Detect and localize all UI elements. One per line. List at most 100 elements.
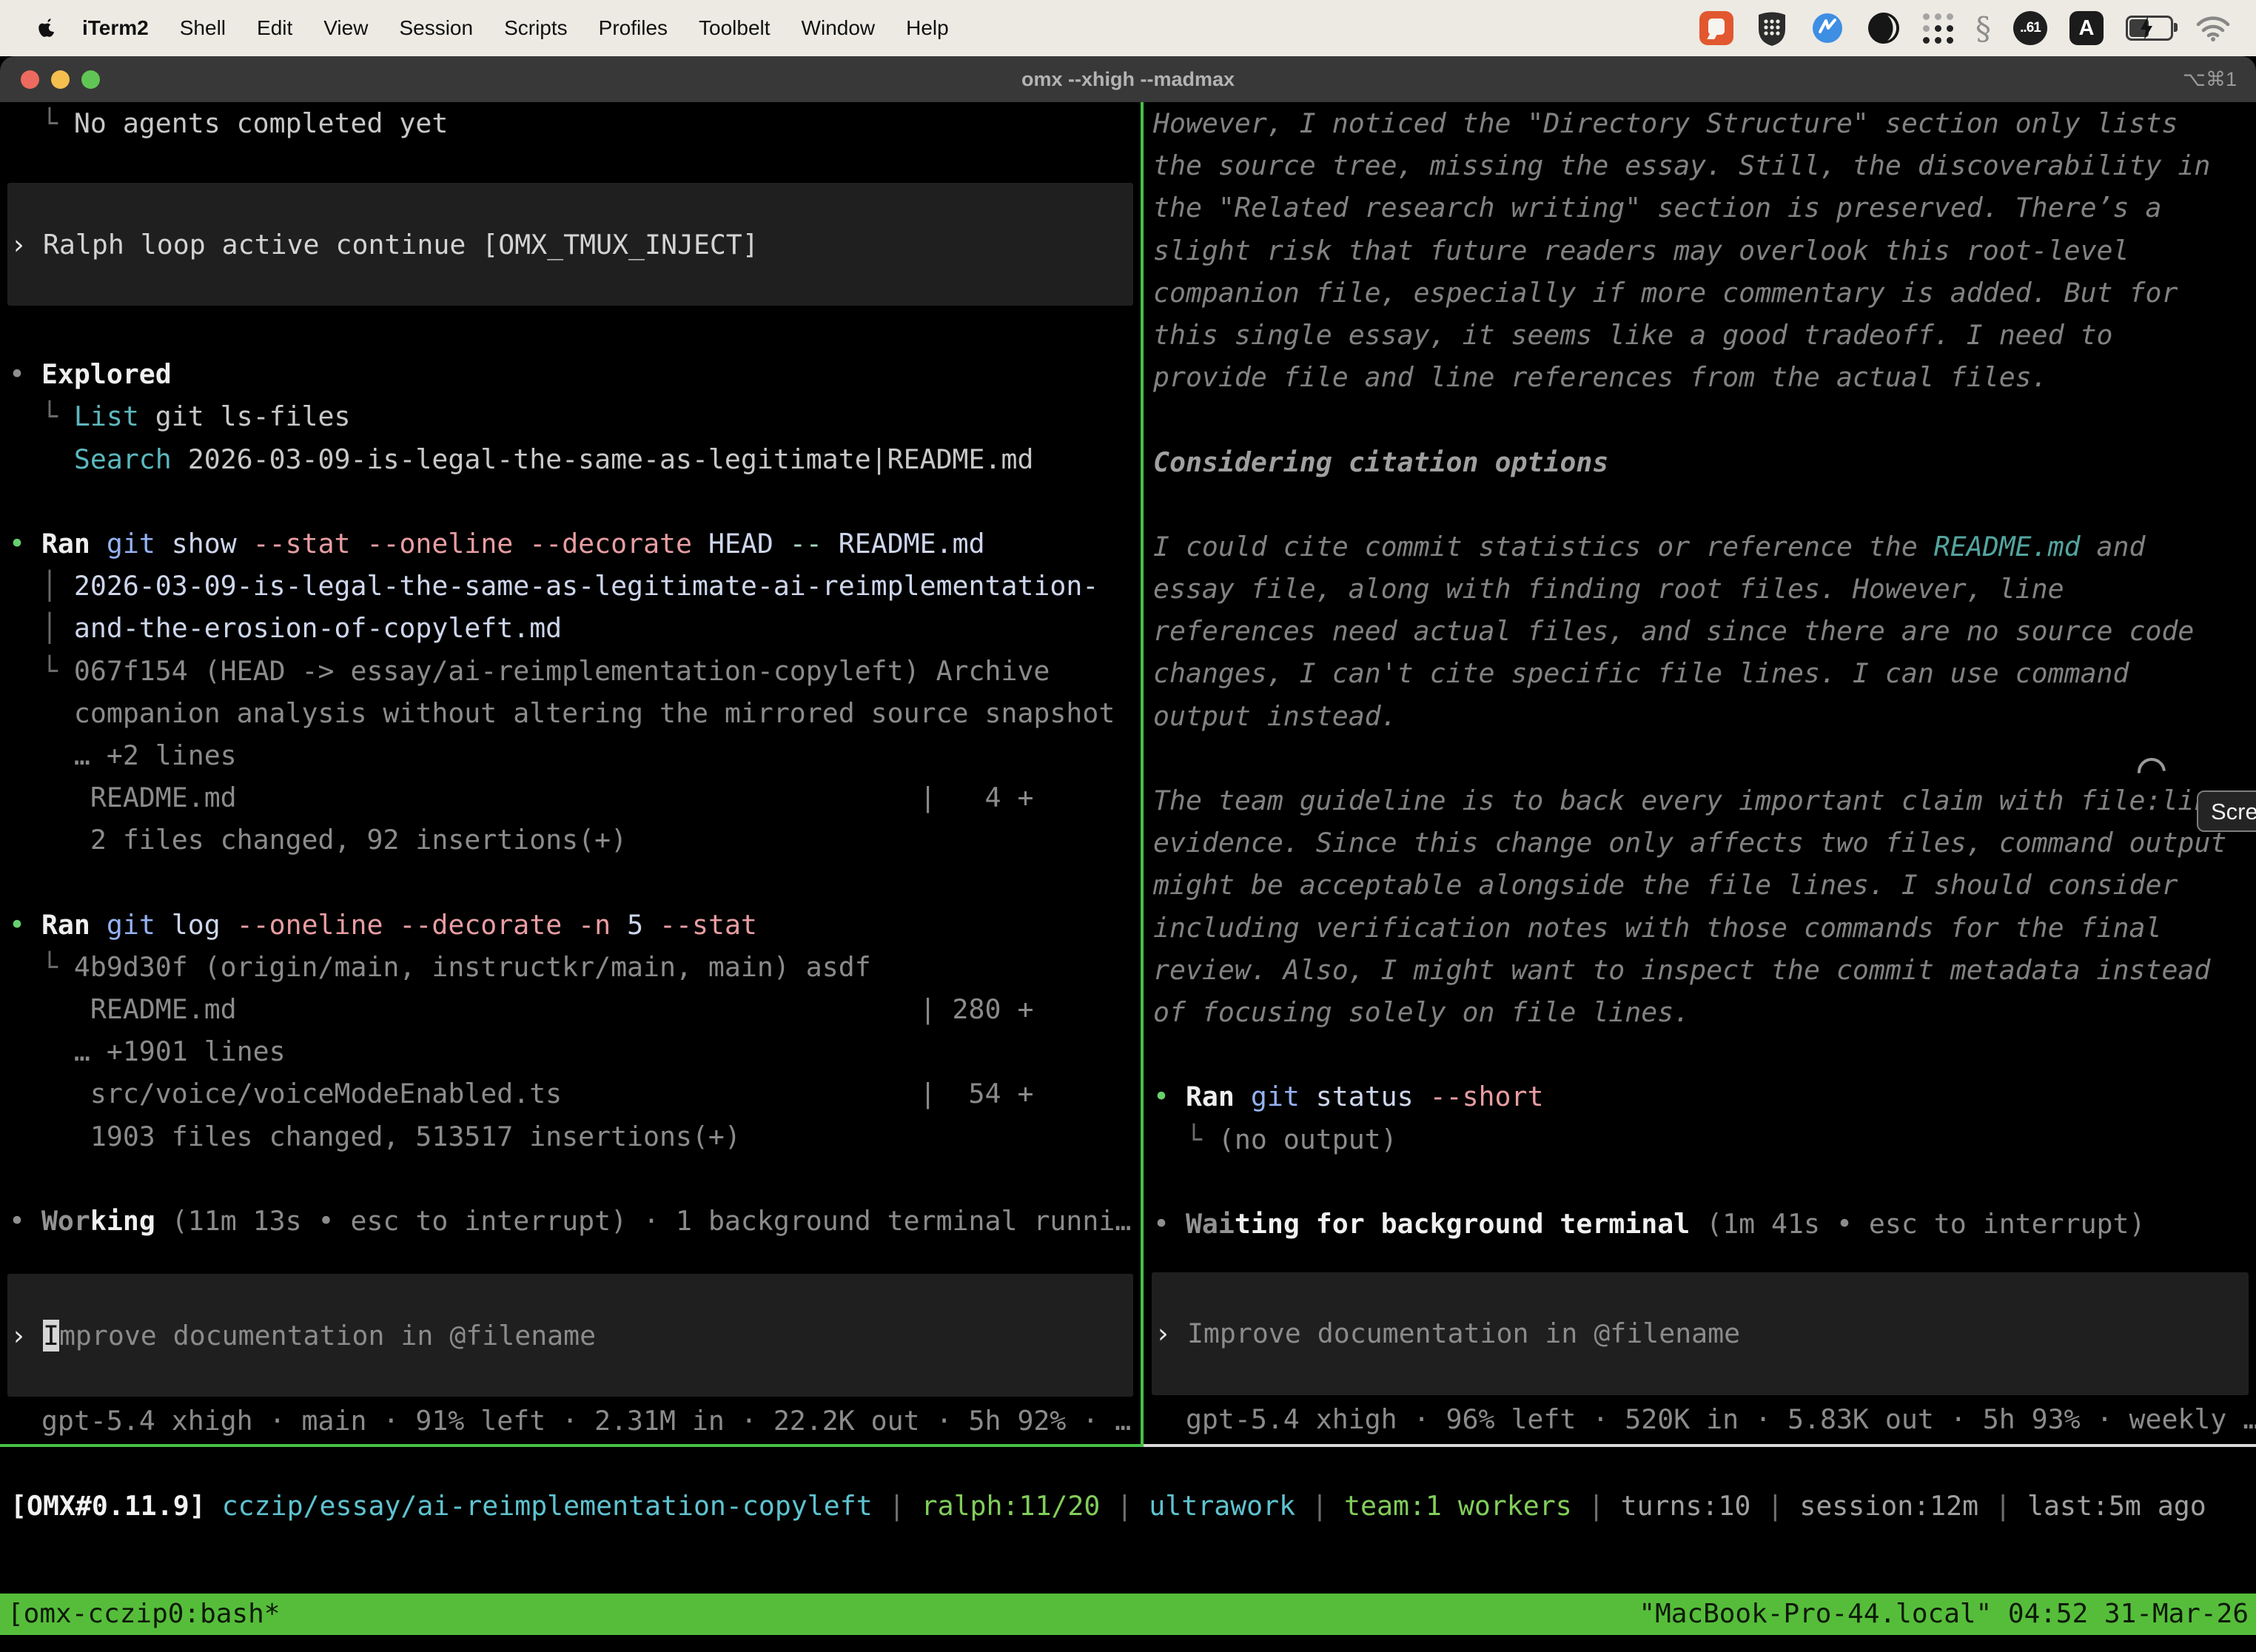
shield-grid-icon[interactable] xyxy=(1756,10,1788,47)
spacer xyxy=(0,1242,1141,1274)
terminal-line: │ 2026-03-09-is-legal-the-same-as-legiti… xyxy=(0,565,1141,607)
terminal-line: • Ran git status --short xyxy=(1144,1075,2256,1118)
menu-item-session[interactable]: Session xyxy=(383,16,489,39)
terminal-line: The team guideline is to back every impo… xyxy=(1144,779,2256,822)
tmux-session-label: [omx-cczip0:bash* xyxy=(7,1594,280,1635)
terminal-line: slight risk that future readers may over… xyxy=(1144,229,2256,272)
blank-line xyxy=(1144,737,2256,779)
squiggle-icon[interactable]: § xyxy=(1975,10,1991,47)
prompt-input[interactable]: › Improve documentation in @filename xyxy=(1152,1272,2249,1395)
pane-divider[interactable] xyxy=(1141,102,1144,1447)
right-terminal-pane[interactable]: However, I noticed the "Directory Struct… xyxy=(1144,102,2256,1440)
terminal-line: … +1901 lines xyxy=(0,1030,1141,1072)
prompt-input[interactable]: › Improve documentation in @filename xyxy=(7,1274,1133,1397)
terminal-line: this single essay, it seems like a good … xyxy=(1144,314,2256,356)
terminal-line: • Working (11m 13s • esc to interrupt) ·… xyxy=(0,1200,1141,1242)
terminal-line: └ (no output) xyxy=(1144,1118,2256,1161)
countdown-badge-icon[interactable]: ..61 xyxy=(2013,11,2047,45)
terminal-line: src/voice/voiceModeEnabled.ts | 54 + xyxy=(0,1072,1141,1115)
terminal-line: might be acceptable alongside the file l… xyxy=(1144,864,2256,906)
letter-a-icon[interactable]: A xyxy=(2069,11,2104,45)
terminal-line: README.md | 280 + xyxy=(0,988,1141,1030)
menu-item-profiles[interactable]: Profiles xyxy=(583,16,683,39)
terminal-line: └ 067f154 (HEAD -> essay/ai-reimplementa… xyxy=(0,650,1141,692)
menu-bar: iTerm2 ShellEditViewSessionScriptsProfil… xyxy=(0,0,2256,56)
menu-item-toolbelt[interactable]: Toolbelt xyxy=(683,16,786,39)
terminal-line: 1903 files changed, 513517 insertions(+) xyxy=(0,1115,1141,1158)
terminal-line: • Waiting for background terminal (1m 41… xyxy=(1144,1203,2256,1245)
terminal-line: essay file, along with finding root file… xyxy=(1144,568,2256,610)
battery-charging-icon[interactable] xyxy=(2126,16,2173,41)
terminal-line: │ and-the-erosion-of-copyleft.md xyxy=(0,607,1141,649)
terminal-line: references need actual files, and since … xyxy=(1144,610,2256,652)
terminal-line: 2 files changed, 92 insertions(+) xyxy=(0,819,1141,861)
menu-item-shell[interactable]: Shell xyxy=(164,16,241,39)
inactive-pane-bottom-border xyxy=(1144,1444,2256,1447)
wifi-icon[interactable] xyxy=(2195,15,2231,41)
window-title-bar[interactable]: omx --xhigh --madmax ⌥⌘1 xyxy=(0,56,2256,102)
spacer xyxy=(1144,1245,2256,1272)
terminal-line: • Ran git log --oneline --decorate -n 5 … xyxy=(0,904,1141,946)
terminal-line: the "Related research writing" section i… xyxy=(1144,187,2256,229)
prompt-input[interactable]: › Ralph loop active continue [OMX_TMUX_I… xyxy=(7,183,1133,306)
menu-item-app[interactable]: iTerm2 xyxy=(67,16,164,40)
menu-item-view[interactable]: View xyxy=(308,16,383,39)
dots-grid-icon[interactable] xyxy=(1923,13,1953,44)
terminal-line: the source tree, missing the essay. Stil… xyxy=(1144,144,2256,187)
blank-line xyxy=(0,480,1141,523)
terminal-line: output instead. xyxy=(1144,695,2256,737)
blank-line xyxy=(1144,398,2256,440)
menu-status-icons: § ..61 A xyxy=(1699,10,2256,47)
prompt-chevron-icon: › xyxy=(1155,1317,1187,1349)
menu-item-window[interactable]: Window xyxy=(786,16,891,39)
menu-item-edit[interactable]: Edit xyxy=(241,16,308,39)
terminal: └ No agents completed yet › Ralph loop ac… xyxy=(0,102,2256,1652)
text-cursor: I xyxy=(43,1320,59,1352)
menu-left: iTerm2 ShellEditViewSessionScriptsProfil… xyxy=(0,16,964,40)
terminal-line: Search 2026-03-09-is-legal-the-same-as-l… xyxy=(0,438,1141,480)
blank-line xyxy=(1144,483,2256,526)
blank-line xyxy=(0,1158,1141,1200)
terminal-line: … +2 lines xyxy=(0,734,1141,776)
omx-status-bar: [OMX#0.11.9] cczip/essay/ai-reimplementa… xyxy=(0,1484,2256,1528)
terminal-line: review. Also, I might want to inspect th… xyxy=(1144,949,2256,991)
terminal-line: gpt-5.4 xhigh · 96% left · 520K in · 5.8… xyxy=(1144,1398,2256,1440)
left-terminal-pane[interactable]: └ No agents completed yet › Ralph loop ac… xyxy=(0,102,1141,1442)
terminal-line: README.md | 4 + xyxy=(0,776,1141,819)
terminal-line: evidence. Since this change only affects… xyxy=(1144,822,2256,864)
menu-item-scripts[interactable]: Scripts xyxy=(489,16,583,39)
active-pane-bottom-border xyxy=(0,1444,1144,1447)
spacer xyxy=(0,306,1141,353)
terminal-line: • Ran git show --stat --oneline --decora… xyxy=(0,523,1141,565)
tmux-host-clock-label: "MacBook-Pro-44.local" 04:52 31-Mar-26 xyxy=(1639,1594,2249,1635)
terminal-line: of focusing solely on file lines. xyxy=(1144,991,2256,1033)
terminal-line: └ 4b9d30f (origin/main, instructkr/main,… xyxy=(0,946,1141,988)
terminal-line: • Explored xyxy=(0,353,1141,395)
prompt-chevron-icon: › xyxy=(10,229,43,261)
window-shortcut-badge: ⌥⌘1 xyxy=(2183,68,2237,91)
tmux-status-bar: [omx-cczip0:bash* "MacBook-Pro-44.local"… xyxy=(0,1594,2256,1635)
menu-item-help[interactable]: Help xyxy=(890,16,964,39)
apple-menu-icon[interactable] xyxy=(28,18,67,39)
terminal-line: However, I noticed the "Directory Struct… xyxy=(1144,102,2256,144)
terminal-line: provide file and line references from th… xyxy=(1144,356,2256,398)
terminal-line: companion file, especially if more comme… xyxy=(1144,272,2256,314)
terminal-line: companion analysis without altering the … xyxy=(0,692,1141,734)
terminal-line: └ List git ls-files xyxy=(0,395,1141,437)
terminal-line: gpt-5.4 xhigh · main · 91% left · 2.31M … xyxy=(0,1400,1141,1442)
terminal-line: I could cite commit statistics or refere… xyxy=(1144,526,2256,568)
blank-line xyxy=(1144,1161,2256,1203)
terminal-line: Considering citation options xyxy=(1144,441,2256,483)
terminal-line: changes, I can't cite specific file line… xyxy=(1144,652,2256,694)
blank-line xyxy=(0,861,1141,903)
prompt-chevron-icon: › xyxy=(10,1320,43,1352)
chat-bubble-icon[interactable] xyxy=(1699,11,1733,45)
blue-zigzag-badge-icon[interactable] xyxy=(1810,11,1844,45)
crescent-pie-icon[interactable] xyxy=(1867,11,1901,45)
terminal-line: including verification notes with those … xyxy=(1144,907,2256,949)
blank-line xyxy=(1144,1033,2256,1075)
spacer xyxy=(0,144,1141,183)
terminal-line: └ No agents completed yet xyxy=(0,102,1141,144)
screen-share-tooltip: Scre xyxy=(2197,790,2256,832)
window-title: omx --xhigh --madmax xyxy=(0,68,2256,91)
